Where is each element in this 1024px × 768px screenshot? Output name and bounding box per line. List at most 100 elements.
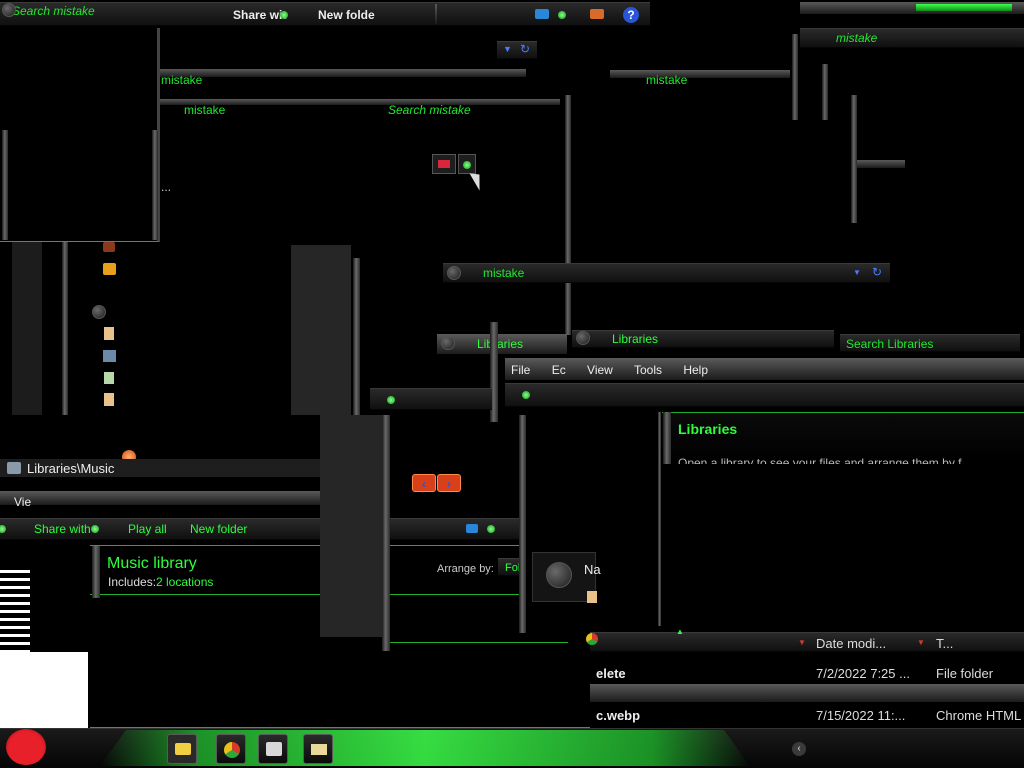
gray-block (320, 415, 382, 637)
green-dot-icon (91, 525, 99, 533)
ghost-searchbar-4 (610, 70, 790, 78)
progress-green (916, 4, 1012, 11)
document-icon (587, 591, 597, 603)
vertical-pipe (382, 415, 390, 651)
forward-button[interactable]: › (437, 474, 461, 492)
menubar-items: File Ec View Tools Help (511, 363, 726, 377)
ghost-searchbar-right (800, 28, 1024, 48)
chrome-icon[interactable] (216, 734, 246, 764)
vertical-pipe (658, 412, 661, 626)
green-dot-icon (522, 391, 530, 399)
refresh-icon[interactable]: ↻ (520, 42, 530, 56)
gray-block (12, 242, 42, 415)
folder-icon (103, 242, 115, 252)
horizontal-pipe (857, 160, 905, 168)
share-with-button[interactable]: Share with (34, 522, 91, 536)
refresh-icon[interactable]: ↻ (872, 265, 882, 279)
divider (435, 4, 437, 24)
menu-help[interactable]: Help (683, 363, 708, 377)
cursor-busy-icon (469, 169, 487, 191)
arrange-by-label: Arrange by: (437, 563, 494, 575)
document-icon (104, 327, 114, 340)
menu-file[interactable]: File (511, 363, 530, 377)
menu-view[interactable]: View (587, 363, 613, 377)
ghost-newfolder-label[interactable]: New folde (318, 8, 375, 22)
row-name: elete (596, 666, 626, 681)
vertical-pipe (519, 415, 526, 633)
includes-locations-link[interactable]: 2 locations (156, 575, 213, 589)
show-hidden-icons-button[interactable]: ‹ (792, 742, 806, 756)
vertical-pipe (353, 258, 360, 418)
vertical-pipe (851, 95, 857, 223)
libraries-search-input[interactable]: Search Libraries (846, 337, 933, 351)
ghost-search-5[interactable]: mistake (646, 73, 687, 87)
monitor-icon[interactable] (466, 524, 478, 533)
chrome-icon (586, 633, 598, 645)
libraries-title: Libraries (612, 332, 659, 346)
printer-icon[interactable] (303, 734, 333, 764)
chevron-down-icon[interactable]: ▼ (503, 44, 512, 54)
vertical-pipe (792, 34, 798, 120)
row-date: 7/15/2022 11:... (816, 708, 906, 723)
music-view-label[interactable]: Vie (14, 495, 31, 509)
chevron-down-icon[interactable]: ▼ (853, 268, 861, 277)
media-player-icon[interactable] (258, 734, 288, 764)
na-label: Na (584, 562, 601, 577)
menu-tools[interactable]: Tools (634, 363, 662, 377)
play-all-button[interactable]: Play all (128, 522, 167, 536)
music-library-title: Music library (107, 555, 197, 572)
taskbar-green-glow (100, 730, 750, 766)
ghost-search-mid[interactable]: mistake (483, 266, 524, 280)
mail-icon[interactable] (590, 9, 604, 19)
column-type[interactable]: T... (936, 636, 953, 651)
row-type: File folder (936, 666, 994, 681)
ghost-search-3[interactable]: mistake (184, 103, 225, 117)
monitor-icon[interactable] (535, 9, 549, 19)
ghost-lib-label: Libraries (477, 337, 524, 351)
new-folder-button[interactable]: New folder (190, 522, 247, 536)
media-red-icon (438, 160, 450, 168)
includes-label: Includes: (108, 575, 157, 589)
arrange-by-value[interactable]: Fol (505, 562, 520, 574)
chevron-down-icon[interactable]: ▼ (798, 638, 806, 647)
angry-bird-start-icon[interactable] (6, 729, 46, 765)
ghost-share-label[interactable]: Share wit (233, 8, 286, 22)
libraries-toolbar (505, 383, 1024, 407)
ghost-search-2[interactable]: mistake (161, 73, 202, 87)
column-date[interactable]: Date modi... (816, 636, 886, 651)
menu-edit[interactable]: Ec (552, 363, 566, 377)
music-library-icon (7, 462, 21, 474)
green-dot-icon (387, 396, 395, 404)
vertical-pipe (92, 546, 100, 598)
orb-icon (576, 331, 590, 345)
music-icon (103, 263, 116, 275)
document-icon (104, 393, 114, 406)
vertical-pipe (663, 412, 671, 464)
libraries-subtext: Open a library to see your files and arr… (678, 456, 962, 464)
green-dot-icon (280, 11, 288, 19)
vertical-pipe (62, 242, 68, 415)
explorer-folder-icon[interactable] (167, 734, 197, 764)
vertical-pipe (822, 64, 828, 120)
music-address-text[interactable]: Libraries\Music (27, 461, 114, 476)
disc-icon (92, 305, 106, 319)
orb-icon (447, 266, 461, 280)
ghost-search-right[interactable]: mistake (836, 31, 877, 45)
gray-block (291, 245, 351, 415)
row-type: Chrome HTML (936, 708, 1022, 723)
ghost-panel-left (0, 28, 160, 242)
striped-panel (0, 565, 30, 652)
green-dot-icon (463, 161, 471, 169)
ghost-search-4[interactable]: Search mistake (388, 103, 471, 117)
ghost-orb-icon (2, 3, 16, 17)
green-dot-icon (487, 525, 495, 533)
ghost-search-top[interactable]: Search mistake (12, 4, 95, 18)
back-button[interactable]: ‹ (412, 474, 436, 492)
network-icon (103, 350, 116, 362)
chevron-down-icon[interactable]: ▼ (917, 638, 925, 647)
libraries-heading: Libraries (678, 421, 738, 437)
help-icon[interactable]: ? (623, 7, 639, 23)
vertical-pipe (152, 130, 158, 240)
row-date: 7/2/2022 7:25 ... (816, 666, 910, 681)
vertical-pipe (2, 130, 8, 240)
